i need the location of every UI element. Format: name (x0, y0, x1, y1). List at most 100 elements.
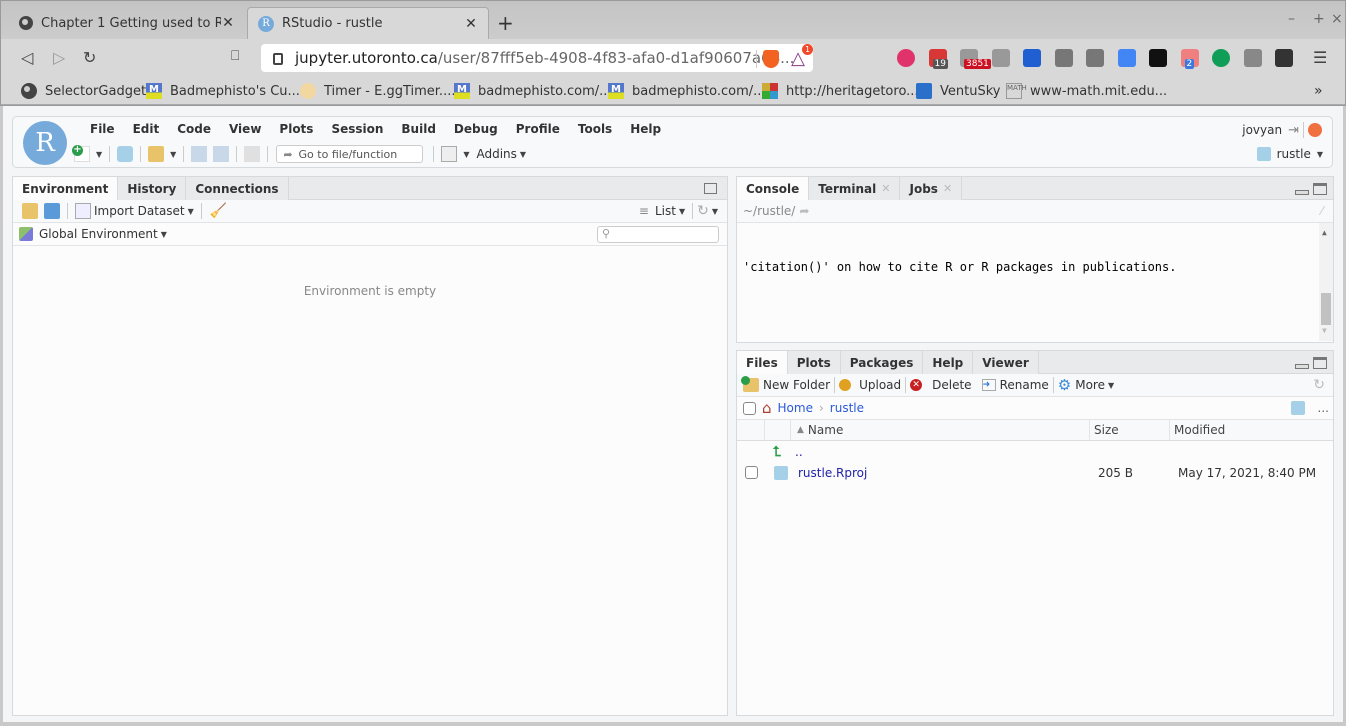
tab-viewer[interactable]: Viewer (973, 351, 1039, 374)
tab-jobs[interactable]: Jobs ✕ (900, 177, 963, 200)
column-modified[interactable]: Modified (1170, 423, 1225, 437)
broom-icon[interactable]: 🧹 (210, 203, 227, 219)
ext-wikipedia-icon[interactable] (1149, 49, 1167, 67)
menu-debug[interactable]: Debug (445, 122, 507, 136)
browser-tab-rstudio[interactable]: R RStudio - rustle ✕ (247, 7, 489, 39)
new-project-icon[interactable] (117, 146, 134, 162)
menu-file[interactable]: File (81, 122, 124, 136)
ext-copy-icon[interactable] (991, 49, 1010, 67)
refresh-icon[interactable]: ↻ (1313, 377, 1325, 393)
console-output[interactable]: 'citation()' on how to cite R or R packa… (737, 223, 1333, 563)
chevron-down-icon[interactable]: ▼ (463, 150, 469, 159)
column-size[interactable]: Size (1090, 420, 1170, 440)
address-bar[interactable]: jupyter.utoronto.ca/user/87fff5eb-4908-4… (261, 44, 813, 72)
chevron-down-icon[interactable]: ▼ (96, 150, 102, 159)
delete-button[interactable]: ✕ Delete (910, 378, 972, 392)
ext-rss-icon[interactable]: 3851 (960, 49, 991, 69)
maximize-button[interactable]: + (1313, 11, 1325, 27)
power-icon[interactable] (1308, 123, 1322, 137)
close-tab-icon[interactable]: ✕ (464, 16, 478, 32)
chevron-down-icon[interactable]: ▼ (161, 230, 167, 239)
bookmark-item[interactable]: SelectorGadget (21, 83, 146, 99)
clear-console-icon[interactable]: ⁄ (1321, 204, 1323, 218)
bookmark-item[interactable]: http://heritagetoro... (762, 83, 919, 99)
ext-lightbulb-icon[interactable] (1086, 49, 1104, 67)
bookmark-item[interactable]: Timer - E.ggTimer.... (300, 83, 455, 99)
close-tab-icon[interactable]: ✕ (881, 178, 890, 200)
console-scrollbar[interactable]: ▲ ▼ (1319, 223, 1333, 341)
save-workspace-icon[interactable] (44, 203, 60, 219)
bookmarks-overflow-button[interactable]: » (1314, 83, 1323, 99)
minimize-pane-button[interactable] (1295, 364, 1309, 369)
column-name[interactable]: ▲ Name (791, 420, 1090, 440)
sign-out-icon[interactable]: ⇥ (1288, 123, 1299, 138)
environment-scope-select[interactable]: Global Environment (39, 227, 158, 241)
forward-icon[interactable]: ▷ (53, 48, 65, 67)
ext-bitwarden-icon[interactable] (1023, 49, 1041, 67)
import-dataset-button[interactable]: Import Dataset (94, 204, 185, 218)
ext-puzzle-icon[interactable] (1275, 49, 1293, 67)
new-tab-button[interactable]: + (497, 11, 514, 35)
bookmark-item[interactable]: Mbadmephisto.com/... (454, 83, 612, 99)
menu-help[interactable]: Help (621, 122, 670, 136)
menu-code[interactable]: Code (168, 122, 220, 136)
chevron-down-icon[interactable]: ▼ (679, 207, 685, 216)
tab-plots[interactable]: Plots (787, 351, 841, 374)
scrollbar-thumb[interactable] (1321, 293, 1331, 325)
addins-button[interactable]: Addins (476, 147, 516, 161)
load-workspace-icon[interactable] (22, 203, 38, 219)
brave-shield-icon[interactable] (763, 49, 780, 68)
ext-red-circle-icon[interactable] (897, 49, 915, 67)
browser-tab-chapter1[interactable]: Chapter 1 Getting used to R and R ✕ (9, 7, 245, 39)
reload-icon[interactable]: ↻ (83, 48, 96, 67)
tab-connections[interactable]: Connections (186, 177, 289, 200)
ext-pocket-icon[interactable] (1054, 49, 1073, 67)
minimize-button[interactable]: – (1288, 11, 1295, 27)
project-menu[interactable]: rustle ▼ (1256, 147, 1326, 161)
menu-tools[interactable]: Tools (569, 122, 621, 136)
back-icon[interactable]: ◁ (21, 48, 33, 67)
menu-profile[interactable]: Profile (507, 122, 569, 136)
more-button[interactable]: ⚙ More ▼ (1058, 376, 1117, 394)
open-file-icon[interactable] (148, 146, 165, 162)
pane-layout-icon[interactable] (441, 146, 458, 162)
chevron-down-icon[interactable]: ▼ (712, 207, 718, 216)
tab-console[interactable]: Console (737, 177, 810, 201)
new-file-icon[interactable]: + (72, 145, 90, 162)
menu-build[interactable]: Build (392, 122, 445, 136)
tab-history[interactable]: History (118, 177, 187, 200)
maximize-pane-button[interactable] (1313, 357, 1327, 369)
file-name-link[interactable]: rustle.Rproj (798, 466, 1098, 480)
tab-terminal[interactable]: Terminal ✕ (809, 177, 901, 200)
view-mode-button[interactable]: List (655, 204, 676, 218)
bookmark-icon[interactable]: ⎕ (231, 48, 239, 64)
ext-hangouts-icon[interactable] (1212, 49, 1230, 67)
parent-dir-link[interactable]: .. (795, 445, 803, 459)
menu-session[interactable]: Session (322, 122, 392, 136)
bookmark-item[interactable]: MATH www-math.mit.edu... (1006, 83, 1167, 99)
ext-cast-icon[interactable] (1243, 49, 1262, 67)
menu-plots[interactable]: Plots (270, 122, 322, 136)
brave-rewards-icon[interactable]: △ 1 (791, 44, 813, 69)
parent-dir-row[interactable]: ⮤ .. (737, 441, 1333, 462)
new-folder-button[interactable]: New Folder (741, 376, 830, 392)
go-to-dir-icon[interactable]: ➦ (799, 204, 809, 218)
maximize-pane-button[interactable] (1313, 183, 1327, 195)
menu-view[interactable]: View (220, 122, 270, 136)
upload-button[interactable]: Upload (839, 378, 901, 392)
bookmark-item[interactable]: Mbadmephisto.com/... (608, 83, 766, 99)
chevron-down-icon[interactable]: ▼ (520, 150, 526, 159)
tab-files[interactable]: Files (737, 351, 788, 375)
ext-arrow-icon[interactable]: 2 (1180, 49, 1199, 69)
chevron-down-icon[interactable]: ▼ (188, 207, 194, 216)
select-all-checkbox[interactable] (743, 401, 756, 415)
save-all-icon[interactable] (213, 146, 230, 162)
chevron-down-icon[interactable]: ▼ (170, 150, 176, 159)
close-window-button[interactable]: × (1331, 11, 1343, 27)
ext-translate-icon[interactable] (1117, 49, 1136, 67)
menu-edit[interactable]: Edit (124, 122, 169, 136)
refresh-icon[interactable]: ↻ (697, 203, 709, 219)
breadcrumb-home[interactable]: Home (778, 401, 813, 415)
file-checkbox[interactable] (745, 466, 758, 479)
print-icon[interactable] (244, 146, 261, 162)
